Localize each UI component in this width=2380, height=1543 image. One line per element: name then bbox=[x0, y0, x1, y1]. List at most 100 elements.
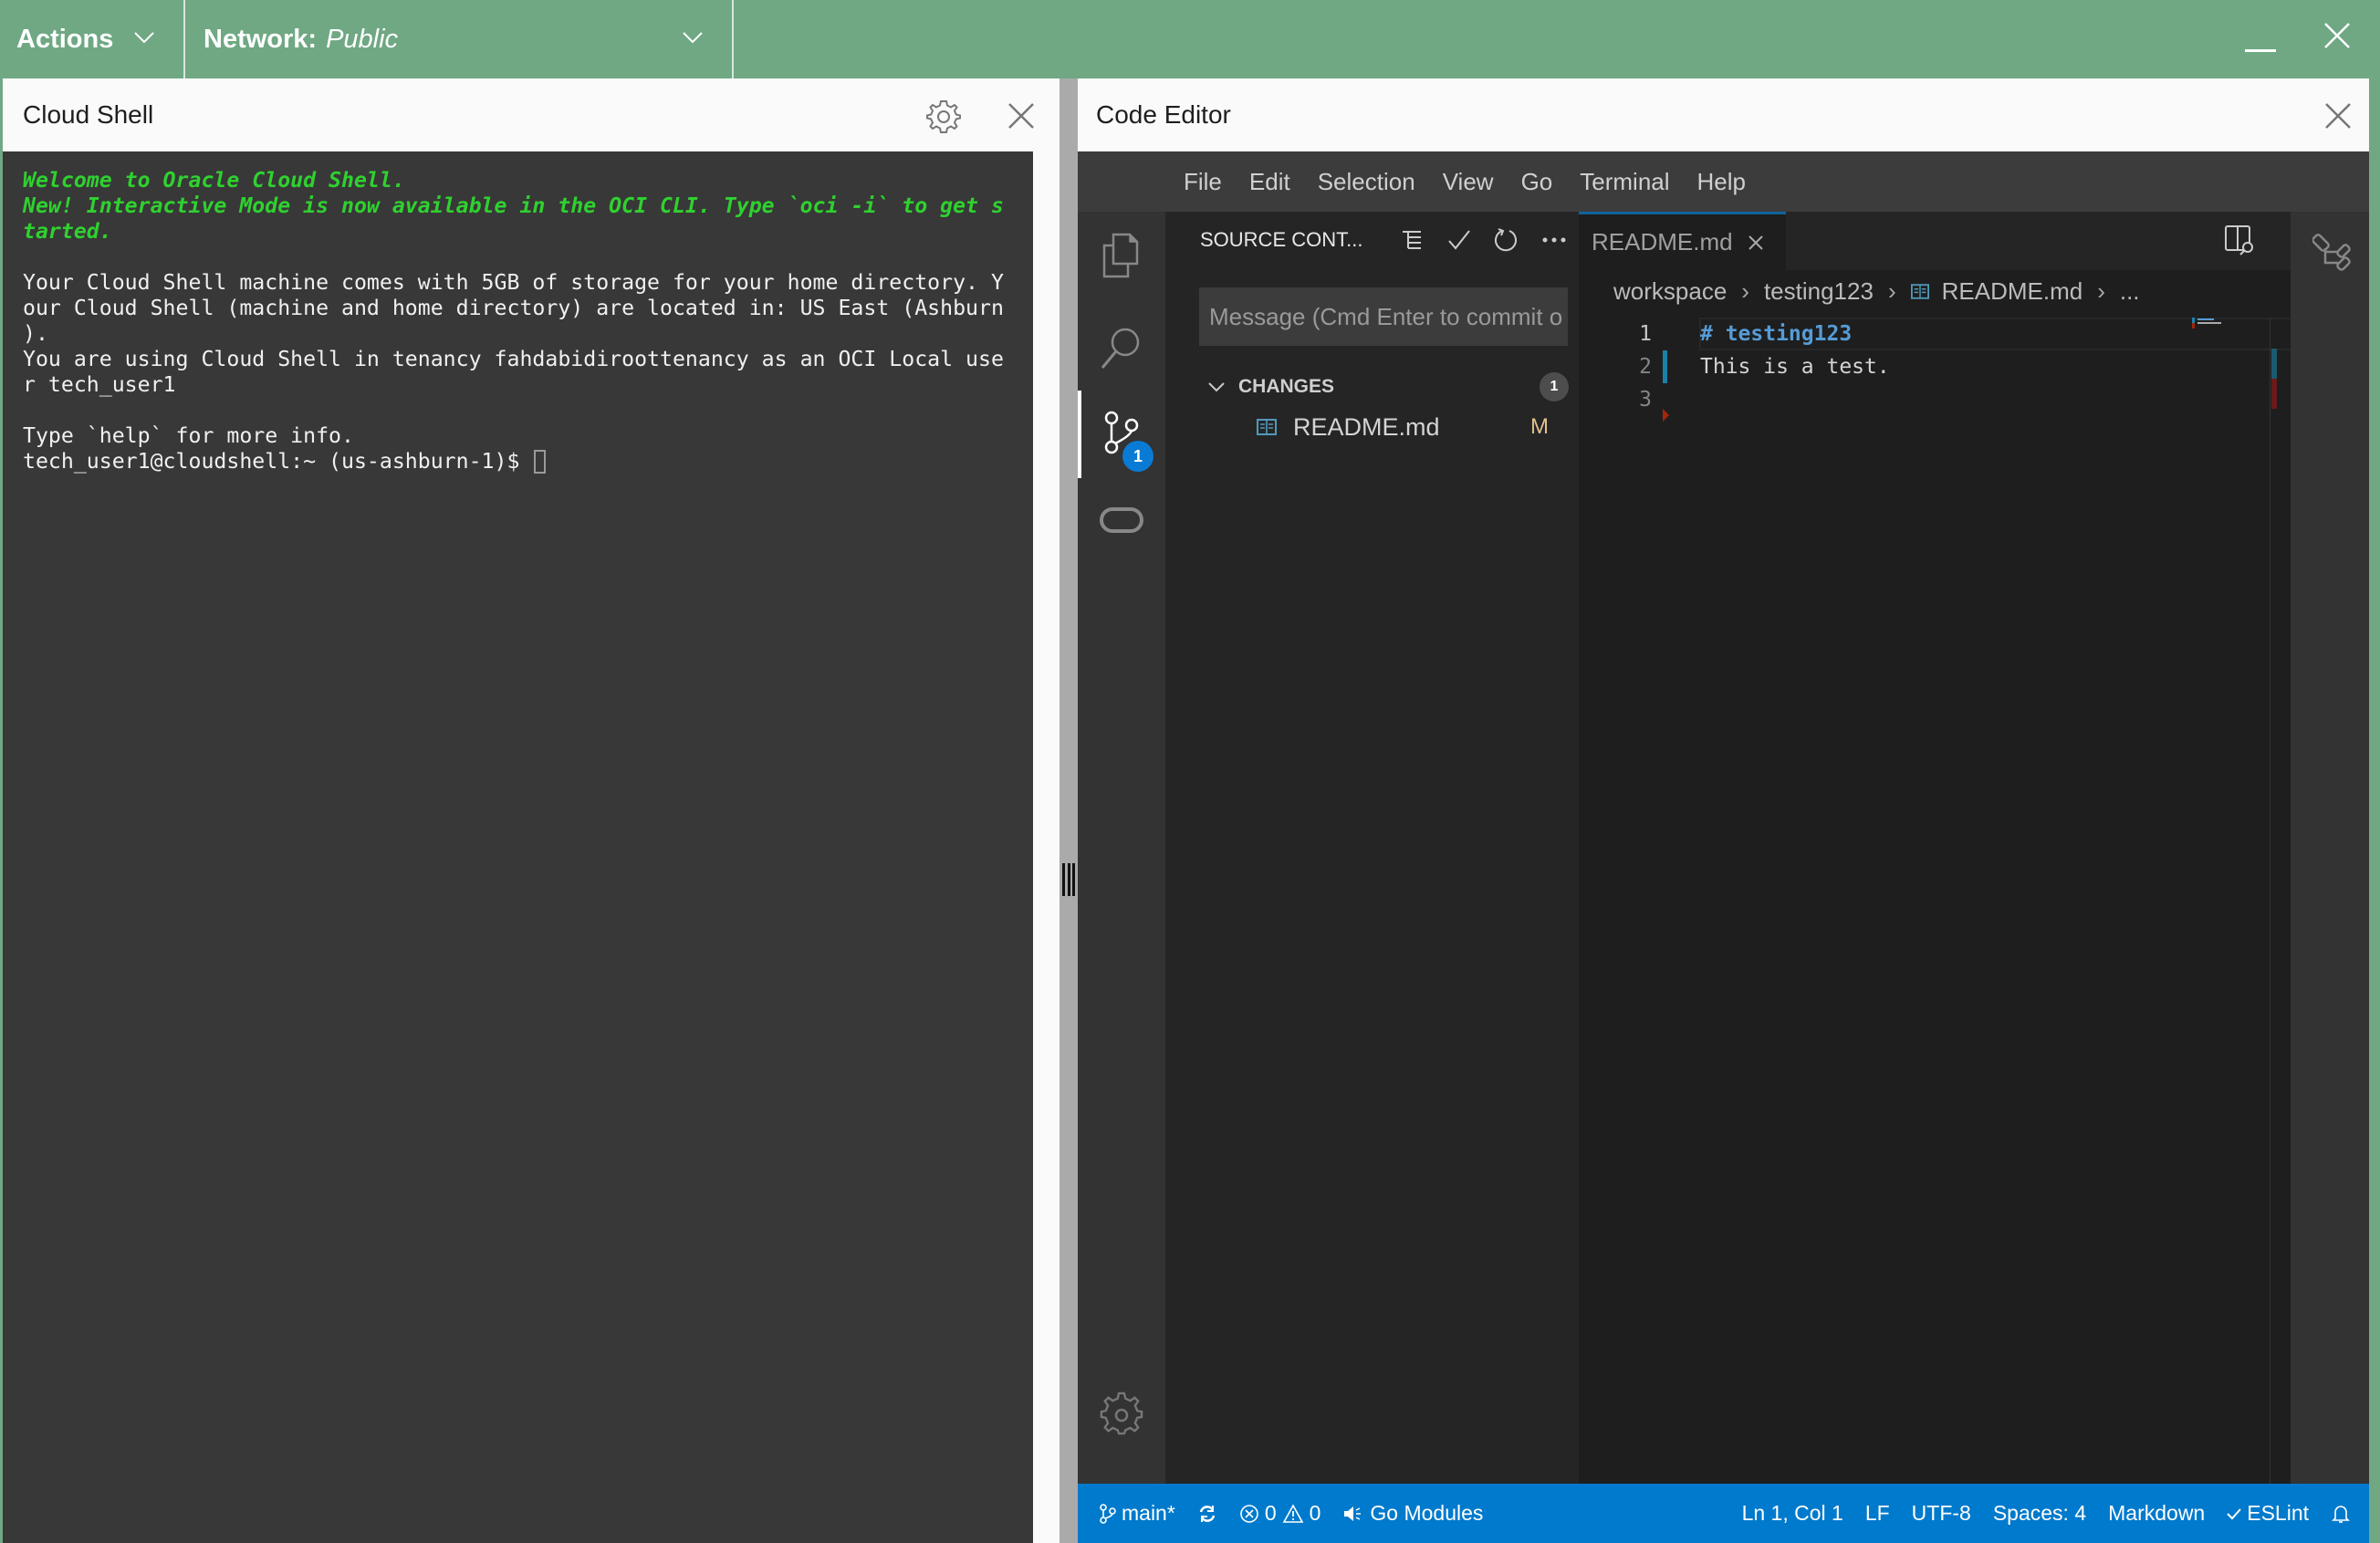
code-line: 3 bbox=[1579, 383, 2254, 416]
menu-view[interactable]: View bbox=[1443, 168, 1494, 196]
drag-handle-icon[interactable] bbox=[1062, 863, 1075, 896]
editor-tabs: README.md bbox=[1579, 212, 2291, 270]
scrollbar-modified-marker bbox=[2271, 349, 2277, 379]
chevron-down-icon bbox=[1208, 382, 1225, 392]
commit-button[interactable] bbox=[1435, 219, 1483, 261]
cursor-position[interactable]: Ln 1, Col 1 bbox=[1742, 1501, 1843, 1526]
minimize-icon[interactable] bbox=[2245, 40, 2276, 53]
changes-label: CHANGES bbox=[1238, 376, 1335, 397]
changed-file-item[interactable]: README.md M bbox=[1165, 407, 1579, 447]
menu-file[interactable]: File bbox=[1184, 168, 1222, 196]
go-modules-label: Go Modules bbox=[1370, 1501, 1484, 1525]
markdown-file-icon bbox=[1910, 284, 1929, 299]
line-text: # testing123 bbox=[1700, 322, 1853, 346]
activity-explorer[interactable] bbox=[1078, 212, 1165, 299]
menu-bar: File Edit Selection View Go Terminal Hel… bbox=[1078, 151, 2369, 212]
close-icon[interactable] bbox=[1748, 235, 1764, 251]
code-editor-header: Code Editor bbox=[1078, 78, 2369, 151]
close-icon[interactable] bbox=[2324, 102, 2352, 130]
breadcrumb-item[interactable]: testing123 bbox=[1764, 277, 1874, 306]
breadcrumb: workspace › testing123 › README.md › ... bbox=[1613, 277, 2140, 306]
gear-icon[interactable] bbox=[926, 99, 961, 133]
problems-status[interactable]: 0 0 bbox=[1239, 1501, 1321, 1526]
terminal[interactable]: Welcome to Oracle Cloud Shell. New! Inte… bbox=[3, 151, 1033, 1543]
menu-edit[interactable]: Edit bbox=[1249, 168, 1290, 196]
activity-search[interactable] bbox=[1078, 305, 1165, 392]
actions-label: Actions bbox=[16, 24, 114, 54]
encoding[interactable]: UTF-8 bbox=[1912, 1501, 1971, 1526]
chevron-right-icon: › bbox=[1887, 277, 1896, 305]
secondary-activity-bar bbox=[2291, 212, 2369, 1484]
refresh-icon bbox=[1495, 228, 1517, 252]
source-control-title: SOURCE CONT... bbox=[1200, 228, 1363, 251]
more-actions-button[interactable] bbox=[1530, 219, 1578, 261]
menu-selection[interactable]: Selection bbox=[1318, 168, 1415, 196]
window-edge bbox=[2369, 78, 2380, 1543]
menu-go[interactable]: Go bbox=[1521, 168, 1553, 196]
activity-bar: 1 bbox=[1078, 212, 1165, 1484]
terminal-welcome-line: New! Interactive Mode is now available i… bbox=[23, 193, 1004, 218]
editor-scrollbar[interactable] bbox=[2270, 318, 2291, 1484]
ellipsis-icon bbox=[1542, 237, 1566, 243]
branch-status[interactable]: main* bbox=[1100, 1501, 1175, 1526]
close-icon[interactable] bbox=[2323, 22, 2351, 49]
breadcrumb-item[interactable]: README.md bbox=[1942, 277, 2083, 306]
status-bar-left: main* 0 0 Go Modules bbox=[1078, 1484, 1505, 1543]
manage-gear-icon bbox=[1100, 1392, 1143, 1435]
minimap[interactable] bbox=[2192, 318, 2247, 345]
error-icon bbox=[1240, 1504, 1258, 1523]
chevron-right-icon: › bbox=[1741, 277, 1749, 305]
code-line: 1 # testing123 bbox=[1579, 318, 2309, 350]
terminal-cursor bbox=[534, 450, 547, 474]
menu-help[interactable]: Help bbox=[1697, 168, 1746, 196]
end-of-line[interactable]: LF bbox=[1865, 1501, 1890, 1526]
code-editor-title: Code Editor bbox=[1096, 100, 1231, 129]
panel-resize-divider[interactable] bbox=[1060, 78, 1078, 1543]
activity-remote[interactable] bbox=[1078, 476, 1165, 564]
changes-group-header[interactable]: CHANGES 1 bbox=[1207, 370, 1569, 403]
terminal-welcome-line: tarted. bbox=[23, 219, 112, 244]
terminal-output-line: our Cloud Shell (machine and home direct… bbox=[23, 296, 1004, 320]
activity-manage[interactable] bbox=[1078, 1371, 1165, 1458]
git-branch-icon bbox=[1100, 1503, 1116, 1524]
line-number: 3 bbox=[1639, 388, 1652, 412]
notifications-button[interactable] bbox=[2331, 1503, 2351, 1525]
source-control-view: SOURCE CONT... Message (Cmd Enter to com… bbox=[1165, 212, 1579, 1484]
indentation[interactable]: Spaces: 4 bbox=[1993, 1501, 2086, 1526]
language-mode[interactable]: Markdown bbox=[2108, 1501, 2205, 1526]
breadcrumb-item[interactable]: workspace bbox=[1613, 277, 1727, 306]
terminal-output-line: ). bbox=[23, 321, 48, 346]
refresh-button[interactable] bbox=[1483, 219, 1530, 261]
network-dropdown[interactable]: Network: Public bbox=[185, 0, 734, 78]
commit-message-placeholder: Message (Cmd Enter to commit o bbox=[1209, 302, 1563, 330]
terminal-output-line: Type `help` for more info. bbox=[23, 423, 354, 448]
menu-terminal[interactable]: Terminal bbox=[1580, 168, 1669, 196]
network-value: Public bbox=[326, 24, 399, 54]
go-modules-status[interactable]: Go Modules bbox=[1342, 1501, 1483, 1526]
changed-file-name: README.md bbox=[1293, 412, 1440, 441]
explorer-icon bbox=[1102, 233, 1139, 278]
network-label: Network: bbox=[204, 24, 318, 54]
scrollbar-deleted-marker bbox=[2271, 379, 2277, 409]
terminal-output-line: Your Cloud Shell machine comes with 5GB … bbox=[23, 270, 1004, 295]
activity-source-control[interactable]: 1 bbox=[1078, 391, 1165, 478]
tab-readme[interactable]: README.md bbox=[1579, 212, 1786, 270]
breadcrumb-item[interactable]: ... bbox=[2120, 277, 2140, 306]
eslint-status[interactable]: ESLint bbox=[2227, 1501, 2309, 1526]
open-preview-to-side-icon[interactable] bbox=[2224, 224, 2255, 255]
search-icon bbox=[1101, 328, 1140, 369]
error-count: 0 bbox=[1264, 1501, 1277, 1525]
status-bar-right: Ln 1, Col 1 LF UTF-8 Spaces: 4 Markdown … bbox=[1720, 1484, 2369, 1543]
line-number: 2 bbox=[1639, 355, 1652, 379]
modified-line-marker bbox=[1663, 350, 1667, 383]
commit-message-input[interactable]: Message (Cmd Enter to commit o bbox=[1199, 287, 1568, 346]
sync-button[interactable] bbox=[1197, 1504, 1217, 1524]
actions-dropdown[interactable]: Actions bbox=[0, 0, 185, 78]
outline-map-icon[interactable] bbox=[2312, 232, 2353, 272]
close-icon[interactable] bbox=[1007, 102, 1035, 130]
editor-area: README.md workspace › testing123 › READM… bbox=[1579, 212, 2309, 1484]
warning-count: 0 bbox=[1309, 1501, 1321, 1525]
terminal-output-line: You are using Cloud Shell in tenancy fah… bbox=[23, 347, 1004, 371]
view-as-tree-button[interactable] bbox=[1388, 219, 1435, 261]
chevron-down-icon bbox=[683, 32, 703, 44]
